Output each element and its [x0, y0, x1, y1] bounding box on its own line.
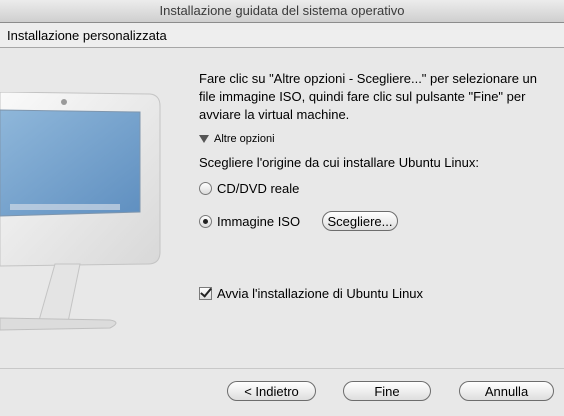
disclosure-triangle-icon[interactable] [199, 135, 209, 143]
radio-real-cd-dvd[interactable]: CD/DVD reale [199, 181, 299, 196]
radio-button-selected-icon[interactable] [199, 215, 212, 228]
radio-label[interactable]: Immagine ISO [217, 214, 300, 229]
page-title: Installazione personalizzata [7, 28, 167, 43]
radio-iso-image[interactable]: Immagine ISO [199, 214, 300, 229]
finish-button[interactable]: Fine [343, 381, 431, 401]
footer-divider [0, 368, 564, 369]
choose-iso-button[interactable]: Scegliere... [322, 211, 398, 231]
checkbox-checked-icon[interactable] [199, 287, 212, 300]
instructions-text: Fare clic su "Altre opzioni - Scegliere.… [199, 71, 537, 122]
window-titlebar: Installazione guidata del sistema operat… [0, 0, 564, 23]
radio-label[interactable]: CD/DVD reale [217, 181, 299, 196]
imac-illustration [0, 92, 161, 331]
radio-button-icon[interactable] [199, 182, 212, 195]
more-options-disclosure[interactable]: Altre opzioni [199, 133, 275, 145]
start-install-checkbox[interactable]: Avvia l'installazione di Ubuntu Linux [199, 286, 423, 301]
window-title: Installazione guidata del sistema operat… [159, 3, 405, 18]
source-label: Scegliere l'origine da cui installare Ub… [199, 155, 479, 170]
page-header: Installazione personalizzata [0, 23, 564, 48]
cancel-button[interactable]: Annulla [459, 381, 554, 401]
disclosure-label[interactable]: Altre opzioni [214, 133, 275, 145]
back-button[interactable]: < Indietro [227, 381, 316, 401]
checkbox-label[interactable]: Avvia l'installazione di Ubuntu Linux [217, 286, 423, 301]
